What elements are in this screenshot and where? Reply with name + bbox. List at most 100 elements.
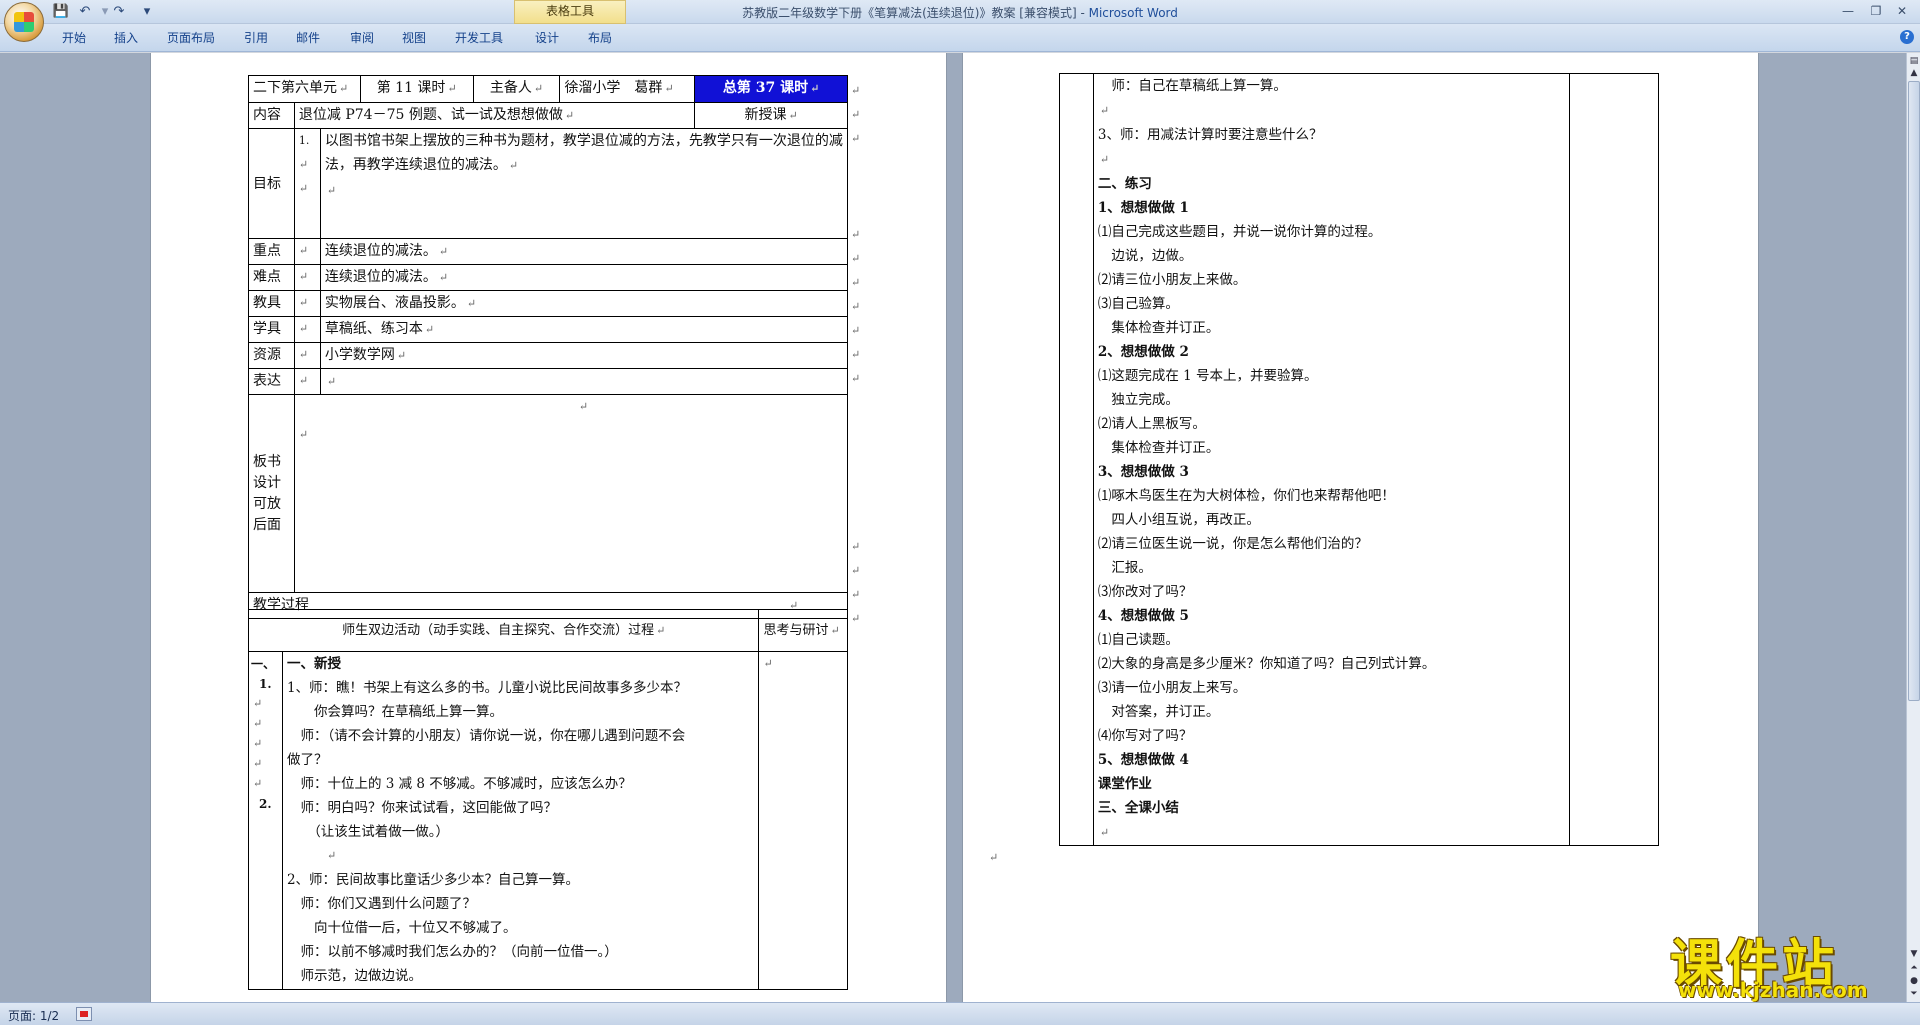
activity-header: 师生双边活动（动手实践、自主探究、合作交流）过程 xyxy=(342,622,655,638)
goal-number-cell: 1. ↵ ↵ xyxy=(293,128,321,239)
tab-review[interactable]: 审阅 xyxy=(350,29,374,47)
minimize-icon[interactable]: — xyxy=(1838,2,1858,20)
body-line: 师：十位上的 3 减 8 不够减。不够减时，应该怎么办？ xyxy=(286,776,632,792)
page2-line: ⑶你改对了吗？ xyxy=(1097,584,1193,600)
page2-line: ⑴自己完成这些题目，并说一说你计算的过程。 xyxy=(1097,224,1382,240)
page2-line: ⑵请三位小朋友上来做。 xyxy=(1097,272,1247,288)
ruler-toggle-icon[interactable]: ▤ xyxy=(1908,55,1920,67)
learning-aids-value: 草稿纸、练习本 ↵ xyxy=(319,316,849,343)
page2-line: ⑴啄木鸟医生在为大树体检，你们也来帮帮他吧！ xyxy=(1097,488,1395,504)
body-line: 师示范，边做边说。 xyxy=(286,968,422,984)
tab-view[interactable]: 视图 xyxy=(402,29,426,47)
tab-mailings[interactable]: 邮件 xyxy=(296,29,320,47)
watermark-url: www.kjzhan.com xyxy=(1678,978,1868,1002)
document-page-2[interactable]: 师：自己在草稿纸上算一算。 ↵ 3、师：用减法计算时要注意些什么？ ↵ 二、练习 1、想想… xyxy=(963,53,1758,1002)
page2-line: ⑵请三位医生说一说，你是怎么帮他们治的？ xyxy=(1097,536,1368,552)
process-table: 师生双边活动（动手实践、自主探究、合作交流）过程 ↵ 思考与研讨 ↵ 一、 1. ↵… xyxy=(247,609,848,990)
page2-line: 三、全课小结 xyxy=(1097,800,1179,816)
document-page-1[interactable]: 二下第六单元 ↵ 第 11 课时 ↵ 主备人 ↵ 徐溜小学 葛群 ↵ 总第 37 课时 ↵… xyxy=(151,53,946,1002)
page2-line: 3、师：用减法计算时要注意些什么？ xyxy=(1097,127,1323,143)
tab-insert[interactable]: 插入 xyxy=(114,29,138,47)
lesson-type-cell: 新授课 ↵ xyxy=(694,102,848,129)
body-line: 师：明白吗？你来试试看，这回能做了吗？ xyxy=(286,800,557,816)
difficulty-row: 难点 ↵ 连续退位的减法。 ↵ xyxy=(248,264,849,291)
continued-lines: 师：自己在草稿纸上算一算。 ↵ 3、师：用减法计算时要注意些什么？ ↵ 二、练习 1、想想… xyxy=(1098,74,1565,845)
tab-layout[interactable]: 布局 xyxy=(588,29,612,47)
page2-line: 3、想想做做 3 xyxy=(1097,464,1189,480)
previous-page-icon[interactable]: ⏶ xyxy=(1908,962,1920,974)
tab-home[interactable]: 开始 xyxy=(62,29,86,47)
content-text: 退位减 P74－75 例题、试一试及想想做做 xyxy=(298,107,563,123)
page-indicator[interactable]: 页面: 1/2 xyxy=(8,1007,59,1024)
scroll-down-icon[interactable]: ▼ xyxy=(1908,948,1920,960)
paragraph-mark: ↵ xyxy=(989,851,999,864)
row-label: 板书设计可放后面 xyxy=(248,394,295,593)
page2-line: 汇报。 xyxy=(1097,560,1152,576)
window-title: 苏教版二年级数学下册《笔算减法(连续退位)》教案 [兼容模式] - Micros… xyxy=(0,4,1920,21)
continued-process-table: 师：自己在草稿纸上算一算。 ↵ 3、师：用减法计算时要注意些什么？ ↵ 二、练习 1、想想… xyxy=(1059,73,1659,846)
page2-line: 4、想想做做 5 xyxy=(1097,608,1189,624)
maximize-icon[interactable]: ❐ xyxy=(1866,2,1886,20)
body-line: 一、新授 xyxy=(286,656,341,672)
window-title-document: 苏教版二年级数学下册《笔算减法(连续退位)》教案 [兼容模式] xyxy=(742,6,1077,20)
teaching-aids-row: 教具 ↵ 实物展台、液晶投影。 ↵ xyxy=(248,290,849,317)
reflection-cell: ↵ xyxy=(758,651,848,990)
learning-aids-row: 学具 ↵ 草稿纸、练习本 ↵ xyxy=(248,316,849,343)
tab-references[interactable]: 引用 xyxy=(244,29,268,47)
page2-line: ⑴这题完成在 1 号本上，并要验算。 xyxy=(1097,368,1318,384)
office-logo-icon xyxy=(14,12,34,32)
ribbon-tab-bar: 开始 插入 页面布局 引用 邮件 审阅 视图 开发工具 设计 布局 ? xyxy=(0,24,1920,52)
preparer-name: 徐溜小学 葛群 xyxy=(564,80,663,96)
empty-cell: ↵ xyxy=(293,316,321,343)
page2-line: 师：自己在草稿纸上算一算。 xyxy=(1097,78,1287,94)
goal-value: 以图书馆书架上摆放的三种书为题材，教学退位减的方法，先教学只有一次退位的减法，再… xyxy=(319,128,849,239)
page2-line: 四人小组互说，再改正。 xyxy=(1097,512,1260,528)
lesson-info-table: 二下第六单元 ↵ 第 11 课时 ↵ 主备人 ↵ 徐溜小学 葛群 ↵ 总第 37 课时 ↵… xyxy=(248,75,849,619)
teaching-aids-value: 实物展台、液晶投影。 ↵ xyxy=(319,290,849,317)
office-button[interactable] xyxy=(4,2,44,42)
continued-body-cell: 师：自己在草稿纸上算一算。 ↵ 3、师：用减法计算时要注意些什么？ ↵ 二、练习 1、想想… xyxy=(1092,73,1571,846)
process-body-cell: 一、新授 1、师：瞧！书架上有这么多的书。儿童小说比民间故事多多少本？ 你会算吗… xyxy=(281,651,760,990)
title-bar: 💾 ↶ ▾ ↷ ▾ 表格工具 苏教版二年级数学下册《笔算减法(连续退位)》教案 … xyxy=(0,0,1920,24)
close-icon[interactable]: ✕ xyxy=(1892,2,1912,20)
lesson-type-text: 新授课 xyxy=(744,107,787,123)
page2-line: 二、练习 xyxy=(1097,176,1152,192)
tab-page-layout[interactable]: 页面布局 xyxy=(167,29,215,47)
page2-line: 5、想想做做 4 xyxy=(1097,752,1189,768)
tab-design[interactable]: 设计 xyxy=(535,29,559,47)
next-page-icon[interactable]: ⏷ xyxy=(1908,988,1920,1000)
page2-line: ⑵大象的身高是多少厘米？你知道了吗？自己列式计算。 xyxy=(1097,656,1436,672)
tab-developer[interactable]: 开发工具 xyxy=(455,29,503,47)
resource-text: 小学数学网 xyxy=(324,347,395,363)
goal-row: 目标 1. ↵ ↵ 以图书馆书架上摆放的三种书为题材，教学退位减的方法，先教学只有一… xyxy=(248,128,849,239)
row-label: 难点 xyxy=(248,264,295,291)
vertical-scrollbar[interactable]: ▤ ▲ ▼ ⏶ ● ⏷ xyxy=(1906,53,1920,1002)
reflection-header: 思考与研讨 xyxy=(763,622,829,638)
page2-line: ⑷你写对了吗？ xyxy=(1097,728,1193,744)
scroll-up-icon[interactable]: ▲ xyxy=(1908,67,1920,79)
proofing-status-icon[interactable] xyxy=(76,1007,92,1021)
difficulty-text: 连续退位的减法。 xyxy=(324,269,437,285)
unit-cell: 二下第六单元 ↵ xyxy=(248,75,361,103)
process-body-row: 一、 1. ↵ ↵ ↵ ↵ ↵ 2. 一、新授 1、师：瞧！书架上有这么多的书。儿童小说… xyxy=(248,651,848,990)
document-workspace[interactable]: 二下第六单元 ↵ 第 11 课时 ↵ 主备人 ↵ 徐溜小学 葛群 ↵ 总第 37 课时 ↵… xyxy=(0,53,1906,1002)
empty-cell: ↵ xyxy=(293,238,321,265)
board-design-row: 板书设计可放后面 ↵ ↵ xyxy=(248,394,849,593)
body-line: 师：你们又遇到什么问题了？ xyxy=(286,896,476,912)
body-line: 1、师：瞧！书架上有这么多的书。儿童小说比民间故事多多少本？ xyxy=(286,680,688,696)
empty-cell: ↵ xyxy=(293,342,321,369)
goal-number: 1. xyxy=(298,134,310,147)
page2-line: ⑶自己验算。 xyxy=(1097,296,1179,312)
help-icon[interactable]: ? xyxy=(1900,30,1914,44)
window-title-app: Microsoft Word xyxy=(1088,6,1178,20)
content-row: 内容 退位减 P74－75 例题、试一试及想想做做 ↵ 新授课 ↵ xyxy=(248,102,848,129)
page2-line: ↵ xyxy=(1099,826,1110,839)
continued-reflection-cell xyxy=(1569,73,1659,846)
scroll-thumb[interactable] xyxy=(1908,81,1920,701)
row-label: 资源 xyxy=(248,342,295,369)
body-line: 向十位借一后，十位又不够减了。 xyxy=(286,920,517,936)
teaching-aids-text: 实物展台、液晶投影。 xyxy=(324,295,465,311)
page2-line: 1、想想做做 1 xyxy=(1097,200,1189,216)
select-browse-object-icon[interactable]: ● xyxy=(1908,975,1920,987)
row-label: 教具 xyxy=(248,290,295,317)
